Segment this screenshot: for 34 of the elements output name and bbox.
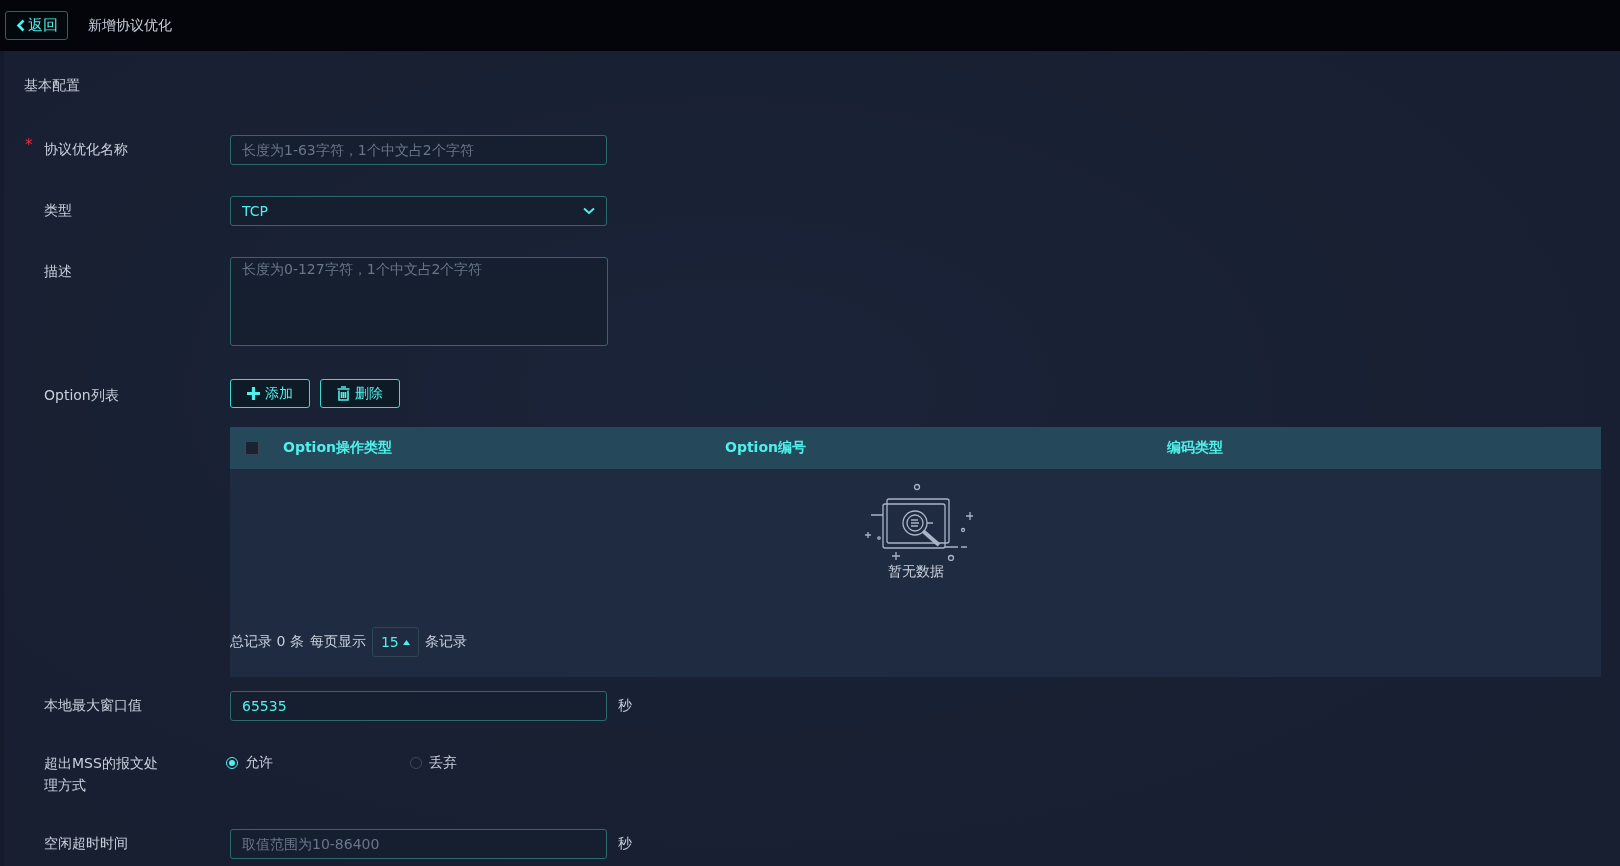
chevron-left-icon [15, 19, 25, 32]
empty-message: 暂无数据 [887, 563, 944, 581]
chevron-down-icon [583, 207, 595, 215]
add-button[interactable]: 添加 [230, 379, 310, 408]
field-label: Option列表 [44, 387, 119, 405]
column-header: Option编号 [725, 439, 807, 457]
field-label: 超出MSS的报文处理方式 [44, 754, 159, 795]
field-label: 类型 [44, 202, 72, 220]
select-all-checkbox[interactable] [245, 441, 259, 455]
section-title: 基本配置 [24, 77, 81, 95]
unit-label: 秒 [618, 697, 632, 715]
page-title: 新增协议优化 [88, 16, 172, 35]
back-button[interactable]: 返回 [5, 11, 68, 40]
caret-up-icon [402, 639, 410, 645]
description-field[interactable]: 长度为0-127字符，1个中文占2个字符 [230, 257, 608, 346]
type-dropdown[interactable]: TCP [230, 196, 607, 226]
total-records: 总记录 0 条 [230, 633, 304, 651]
text-field[interactable]: 65535 [230, 691, 607, 721]
field-label: 协议优化名称 [44, 141, 128, 159]
column-header: Option操作类型 [283, 439, 393, 457]
field-label: 本地最大窗口值 [44, 697, 142, 715]
page-size-dropdown[interactable]: 15 [371, 627, 419, 657]
per-page-label: 每页显示 [309, 633, 366, 651]
required-asterisk: * [25, 136, 33, 154]
plus-icon [247, 387, 260, 400]
trash-icon [337, 386, 350, 401]
unit-label: 秒 [618, 835, 632, 853]
field-label: 描述 [44, 263, 72, 281]
text-field[interactable]: 取值范围为10-86400 [230, 829, 607, 859]
field-label: 空闲超时时间 [44, 835, 128, 853]
text-field[interactable]: 长度为1-63字符，1个中文占2个字符 [230, 135, 607, 165]
records-suffix: 条记录 [424, 633, 467, 651]
delete-button[interactable]: 删除 [320, 379, 400, 408]
column-header: 编码类型 [1167, 439, 1223, 457]
